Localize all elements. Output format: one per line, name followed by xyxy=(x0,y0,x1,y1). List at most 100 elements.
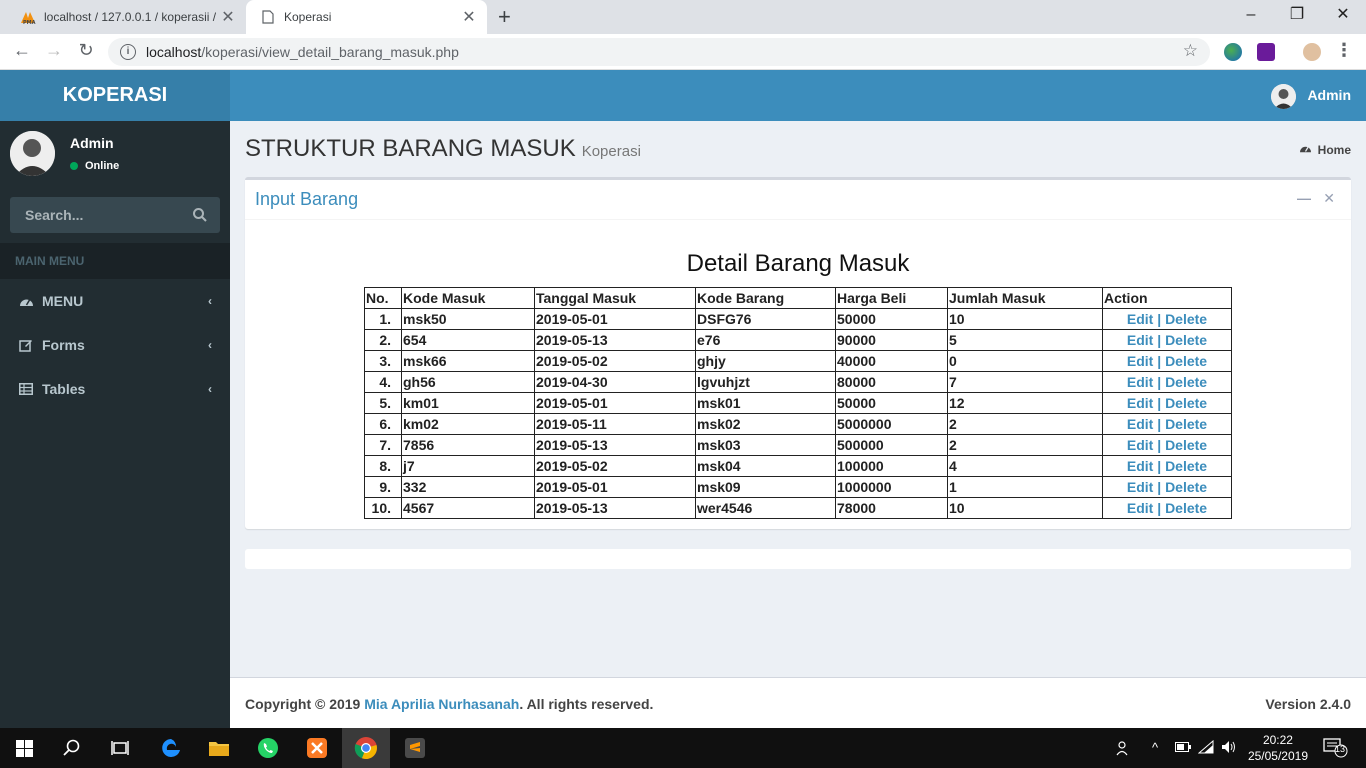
kode-masuk-cell: km02 xyxy=(401,413,535,435)
delete-link[interactable]: Delete xyxy=(1165,311,1207,327)
column-header: Kode Masuk xyxy=(401,287,535,309)
people-icon[interactable] xyxy=(1116,740,1132,759)
close-tab-icon[interactable]: ✕ xyxy=(457,7,481,27)
browser-tab-phpmyadmin[interactable]: PMA localhost / 127.0.0.1 / koperasii / … xyxy=(8,0,246,34)
extension-globe-icon[interactable] xyxy=(1224,43,1242,61)
jumlah-masuk-cell: 0 xyxy=(947,350,1103,372)
edit-link[interactable]: Edit xyxy=(1127,479,1153,495)
action-separator: | xyxy=(1153,311,1166,327)
address-bar[interactable]: i localhost/koperasi/view_detail_barang_… xyxy=(108,38,1210,66)
brand-logo[interactable]: KOPERASI xyxy=(0,70,230,121)
edit-link[interactable]: Edit xyxy=(1127,500,1153,516)
info-icon[interactable]: i xyxy=(120,44,136,60)
edit-link[interactable]: Edit xyxy=(1127,311,1153,327)
action-cell: Edit | Delete xyxy=(1102,308,1232,330)
sidebar-user-name: Admin xyxy=(70,135,114,151)
bookmark-star-icon[interactable]: ☆ xyxy=(1183,41,1198,61)
column-header: No. xyxy=(364,287,402,309)
tanggal-masuk-cell: 2019-05-01 xyxy=(534,392,696,414)
action-cell: Edit | Delete xyxy=(1102,497,1232,519)
whatsapp-icon[interactable] xyxy=(244,728,292,768)
browser-tab-koperasi[interactable]: Koperasi ✕ xyxy=(246,0,487,34)
edge-icon[interactable] xyxy=(147,728,195,768)
delete-link[interactable]: Delete xyxy=(1165,416,1207,432)
sidebar: Admin Online MAIN MENU MENU ‹ Forms ‹ Ta… xyxy=(0,121,230,728)
battery-icon[interactable] xyxy=(1175,740,1191,755)
tanggal-masuk-cell: 2019-04-30 xyxy=(534,371,696,393)
edit-link[interactable]: Edit xyxy=(1127,437,1153,453)
new-tab-icon[interactable]: + xyxy=(498,4,511,30)
volume-icon[interactable] xyxy=(1221,740,1237,757)
notification-count: 13 xyxy=(1335,744,1346,754)
harga-beli-cell: 1000000 xyxy=(835,476,948,498)
delete-link[interactable]: Delete xyxy=(1165,374,1207,390)
edit-link[interactable]: Edit xyxy=(1127,353,1153,369)
user-panel: Admin Online xyxy=(0,121,230,193)
edit-link[interactable]: Edit xyxy=(1127,416,1153,432)
chrome-icon[interactable] xyxy=(342,728,390,768)
file-explorer-icon[interactable] xyxy=(195,728,243,768)
system-clock[interactable]: 20:22 25/05/2019 xyxy=(1248,732,1308,764)
tanggal-masuk-cell: 2019-05-11 xyxy=(534,413,696,435)
delete-link[interactable]: Delete xyxy=(1165,395,1207,411)
search-input[interactable] xyxy=(10,197,180,233)
profile-avatar[interactable] xyxy=(1303,43,1321,61)
phpmyadmin-icon: PMA xyxy=(20,9,36,25)
edit-link[interactable]: Edit xyxy=(1127,458,1153,474)
browser-tab-bar: PMA localhost / 127.0.0.1 / koperasii / … xyxy=(0,0,1366,34)
sidebar-item-menu[interactable]: MENU ‹ xyxy=(0,279,230,323)
action-separator: | xyxy=(1153,437,1166,453)
search-icon[interactable] xyxy=(192,207,208,223)
sidebar-item-tables[interactable]: Tables ‹ xyxy=(0,367,230,411)
status-badge: Online xyxy=(70,160,119,172)
empty-box xyxy=(245,549,1351,569)
forward-icon[interactable]: → xyxy=(42,40,66,61)
windows-start-icon[interactable] xyxy=(0,728,48,768)
table-row: 5. km01 2019-05-01 msk01 50000 12 Edit | Delet… xyxy=(364,392,1232,414)
delete-link[interactable]: Delete xyxy=(1165,353,1207,369)
column-header: Jumlah Masuk xyxy=(947,287,1103,309)
search-icon[interactable] xyxy=(48,728,96,768)
jumlah-masuk-cell: 4 xyxy=(947,455,1103,477)
notification-center-icon[interactable]: 13 xyxy=(1323,738,1349,761)
row-number: 3. xyxy=(364,350,402,372)
row-number: 6. xyxy=(364,413,402,435)
chevron-up-icon[interactable]: ^ xyxy=(1152,740,1158,755)
close-icon[interactable]: ✕ xyxy=(1323,190,1335,207)
extension-icon[interactable] xyxy=(1257,43,1275,61)
restore-icon[interactable]: ❐ xyxy=(1274,0,1320,30)
browser-menu-icon[interactable]: ⋮ xyxy=(1332,40,1356,61)
delete-link[interactable]: Delete xyxy=(1165,437,1207,453)
tanggal-masuk-cell: 2019-05-01 xyxy=(534,476,696,498)
close-tab-icon[interactable]: ✕ xyxy=(216,7,240,27)
sidebar-item-forms[interactable]: Forms ‹ xyxy=(0,323,230,367)
minimize-icon[interactable]: – xyxy=(1228,0,1274,30)
task-view-icon[interactable] xyxy=(96,728,144,768)
edit-link[interactable]: Edit xyxy=(1127,332,1153,348)
wifi-icon[interactable] xyxy=(1197,739,1214,757)
delete-link[interactable]: Delete xyxy=(1165,458,1207,474)
table-heading: Detail Barang Masuk xyxy=(686,250,910,277)
breadcrumb[interactable]: Home xyxy=(1299,143,1351,157)
reload-icon[interactable]: ↻ xyxy=(74,40,98,61)
delete-link[interactable]: Delete xyxy=(1165,500,1207,516)
kode-barang-cell: ghjy xyxy=(695,350,836,372)
content-wrapper: STRUKTUR BARANG MASUK Koperasi Home Input… xyxy=(230,121,1366,677)
delete-link[interactable]: Delete xyxy=(1165,479,1207,495)
column-header: Tanggal Masuk xyxy=(534,287,696,309)
back-icon[interactable]: ← xyxy=(10,40,34,61)
edit-link[interactable]: Edit xyxy=(1127,395,1153,411)
user-avatar[interactable] xyxy=(1271,84,1296,109)
harga-beli-cell: 78000 xyxy=(835,497,948,519)
top-navbar: Admin xyxy=(230,70,1366,121)
collapse-icon[interactable]: — xyxy=(1297,190,1311,206)
sublime-text-icon[interactable] xyxy=(391,728,439,768)
xampp-icon[interactable] xyxy=(293,728,341,768)
close-window-icon[interactable]: ✕ xyxy=(1320,0,1366,30)
user-menu[interactable]: Admin xyxy=(1307,87,1351,103)
action-separator: | xyxy=(1153,479,1166,495)
action-cell: Edit | Delete xyxy=(1102,476,1232,498)
delete-link[interactable]: Delete xyxy=(1165,332,1207,348)
author-link[interactable]: Mia Aprilia Nurhasanah xyxy=(364,696,519,712)
edit-link[interactable]: Edit xyxy=(1127,374,1153,390)
